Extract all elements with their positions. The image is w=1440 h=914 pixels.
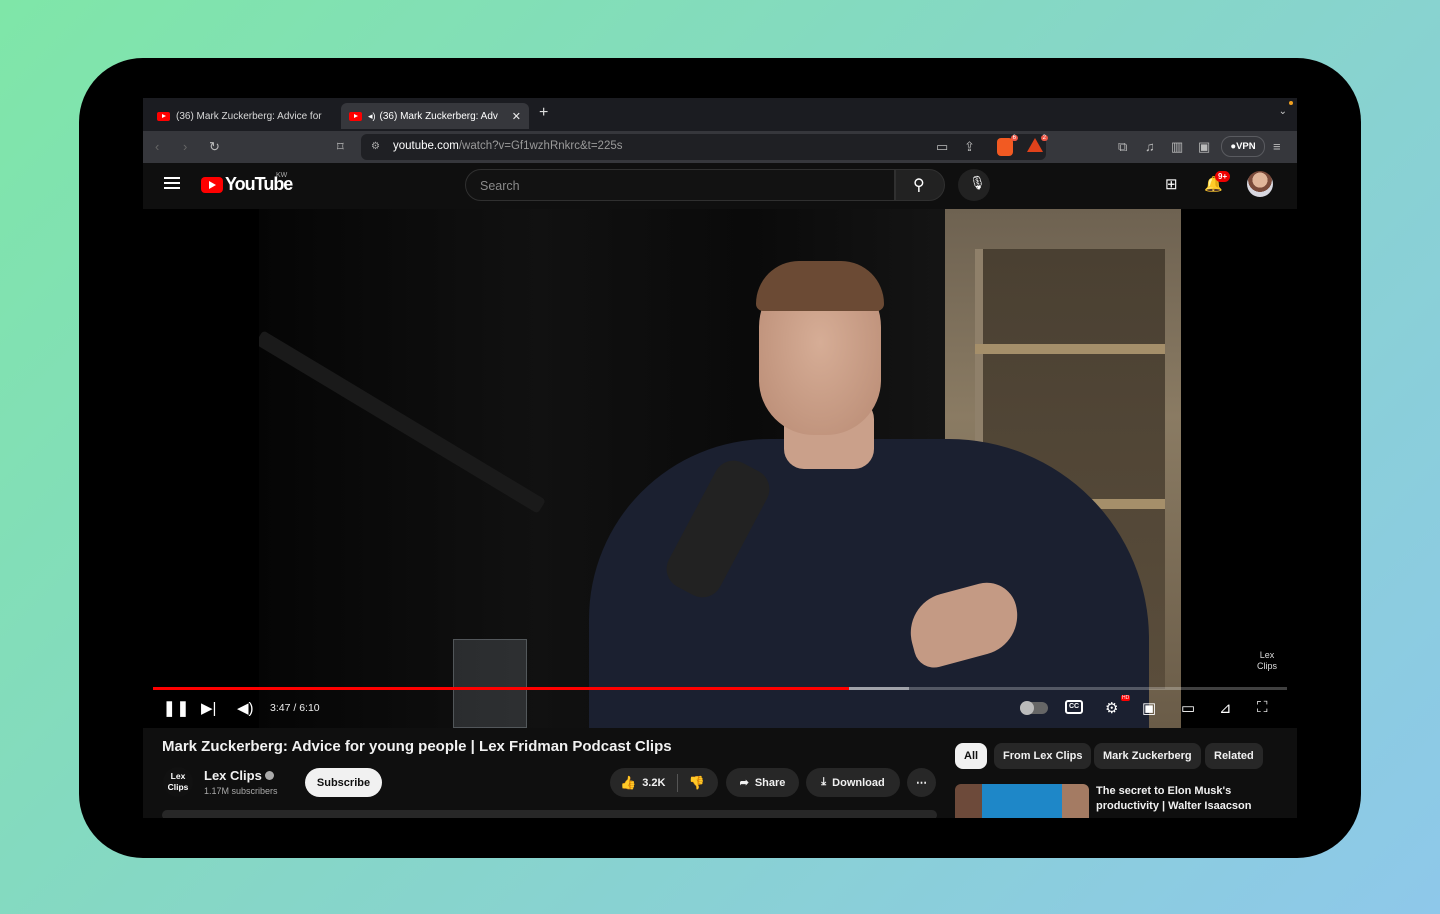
more-actions-button[interactable]: ⋯ (907, 768, 936, 797)
microphone-icon: 🎙 (969, 175, 986, 190)
share-icon: ➦ (739, 777, 749, 789)
fullscreen-icon[interactable]: ⛶ (1257, 699, 1268, 716)
autoplay-toggle[interactable] (1020, 701, 1048, 715)
share-button[interactable]: ➦ Share (726, 768, 799, 797)
dislike-button[interactable]: 👎 (688, 775, 704, 791)
cast-icon[interactable]: ⊿ (1219, 699, 1232, 717)
download-button[interactable]: ⤓ Download (806, 768, 900, 797)
search-input[interactable]: Search (465, 169, 895, 201)
miniplayer-icon[interactable]: ▣ (1142, 699, 1156, 717)
extensions-icon[interactable]: ⧉ (1118, 138, 1127, 156)
hamburger-menu-icon[interactable] (164, 177, 180, 189)
youtube-favicon-icon (157, 111, 170, 121)
chip-from-lex-clips[interactable]: From Lex Clips (994, 743, 1092, 769)
vpn-button[interactable]: ● VPN (1221, 136, 1265, 157)
recommended-video-title[interactable]: The secret to Elon Musk's productivity |… (1096, 784, 1256, 814)
bookmark-icon[interactable]: ⌑ (337, 138, 344, 156)
site-settings-icon[interactable]: ⚙ (371, 138, 380, 156)
water-glass (453, 639, 527, 728)
speaker-hair (756, 261, 884, 311)
thumbs-down-icon: 👎 (688, 774, 705, 790)
browser-toolbar: ‹ › ↻ ⌑ ⚙ youtube.com/watch?v=Gf1wzhRnkr… (143, 131, 1297, 163)
tab-list-chevron-icon[interactable]: ⌄ (1279, 106, 1287, 117)
chip-all[interactable]: All (955, 743, 988, 769)
youtube-logo-icon[interactable] (201, 177, 223, 193)
volume-icon[interactable]: ◀) (237, 699, 254, 717)
address-bar[interactable]: ⚙ youtube.com/watch?v=Gf1wzhRnkrc&t=225s… (361, 134, 1048, 160)
tab-1[interactable]: (36) Mark Zuckerberg: Advice for (149, 103, 339, 129)
media-icon[interactable]: ♫ (1145, 138, 1155, 156)
like-dislike-group: 👍 3.2K 👎 (610, 768, 718, 797)
hd-badge: HD (1121, 695, 1131, 701)
browser-window: (36) Mark Zuckerberg: Advice for ◂) (36)… (143, 98, 1297, 818)
sidebar-icon[interactable]: ▥ (1171, 138, 1183, 156)
share-page-icon[interactable]: ⇪ (964, 138, 975, 156)
tablet-frame: (36) Mark Zuckerberg: Advice for ◂) (36)… (79, 58, 1361, 858)
create-video-icon[interactable]: ⊞ (1165, 175, 1178, 193)
channel-name[interactable]: Lex Clips (204, 768, 274, 783)
youtube-favicon-icon (349, 111, 362, 121)
subscribe-button[interactable]: Subscribe (305, 768, 382, 797)
channel-watermark[interactable]: Lex Clips (1257, 650, 1277, 672)
reload-icon[interactable]: ↻ (209, 138, 220, 156)
voice-search-button[interactable]: 🎙 (958, 169, 990, 201)
search-button[interactable]: ⚲ (895, 169, 945, 201)
brave-rewards-icon[interactable]: 2 (1027, 135, 1048, 152)
brave-shields-icon[interactable]: 6 (997, 135, 1018, 156)
progress-bar[interactable] (153, 687, 1287, 690)
settings-gear-icon[interactable]: ⚙ (1105, 699, 1118, 717)
thumbs-up-icon: 👍 (620, 774, 637, 790)
subscriber-count: 1.17M subscribers (204, 786, 278, 796)
recommended-video-thumbnail[interactable] (955, 784, 1089, 818)
progress-played (153, 687, 850, 690)
account-avatar[interactable] (1247, 171, 1273, 197)
download-icon: ⤓ (821, 776, 827, 788)
like-button[interactable]: 👍 3.2K (620, 775, 665, 791)
time-display: 3:47 / 6:10 (270, 702, 320, 714)
cast-icon[interactable]: ▭ (936, 138, 948, 156)
search-icon: ⚲ (913, 177, 925, 194)
back-icon[interactable]: ‹ (155, 138, 159, 156)
chip-related[interactable]: Related (1205, 743, 1263, 769)
video-details: Mark Zuckerberg: Advice for young people… (143, 728, 1297, 818)
pause-icon[interactable]: ❚❚ (163, 699, 190, 717)
new-tab-button[interactable]: + (539, 104, 548, 122)
country-code: KW (276, 172, 288, 179)
search-placeholder: Search (480, 179, 520, 193)
youtube-header: YouTube KW Search ⚲ 🎙 ⊞ 🔔 9+ (143, 163, 1297, 209)
menu-icon[interactable]: ≡ (1273, 138, 1281, 156)
like-count: 3.2K (642, 776, 666, 789)
shelf-board (975, 344, 1165, 354)
notification-count-badge: 9+ (1215, 171, 1231, 182)
audio-playing-icon[interactable]: ◂) (368, 111, 376, 122)
wallet-icon[interactable]: ▣ (1198, 138, 1210, 156)
channel-avatar[interactable]: Lex Clips (163, 767, 193, 797)
close-tab-icon[interactable]: ✕ (512, 110, 521, 123)
tab-title: (36) Mark Zuckerberg: Adv (379, 110, 498, 122)
tab-title: (36) Mark Zuckerberg: Advice for (176, 110, 322, 122)
forward-icon[interactable]: › (183, 138, 187, 156)
video-player[interactable]: Lex Clips ❚❚ ▶| ◀) 3:47 / 6:10 CC ⚙ HD ▣ … (143, 209, 1297, 728)
theater-mode-icon[interactable]: ▭ (1181, 699, 1195, 717)
video-title: Mark Zuckerberg: Advice for young people… (162, 738, 672, 755)
url-text: youtube.com/watch?v=Gf1wzhRnkrc&t=225s (393, 140, 623, 152)
verified-icon (264, 771, 274, 780)
subtitles-cc-button[interactable]: CC (1065, 700, 1083, 714)
tab-strip: (36) Mark Zuckerberg: Advice for ◂) (36)… (143, 98, 1297, 131)
description-box[interactable] (162, 810, 937, 818)
update-indicator-icon (1289, 101, 1293, 105)
chip-mark-zuckerberg[interactable]: Mark Zuckerberg (1094, 743, 1201, 769)
tab-2-active[interactable]: ◂) (36) Mark Zuckerberg: Adv ✕ (341, 103, 529, 129)
video-frame[interactable] (259, 209, 1181, 728)
next-video-icon[interactable]: ▶| (201, 699, 216, 717)
